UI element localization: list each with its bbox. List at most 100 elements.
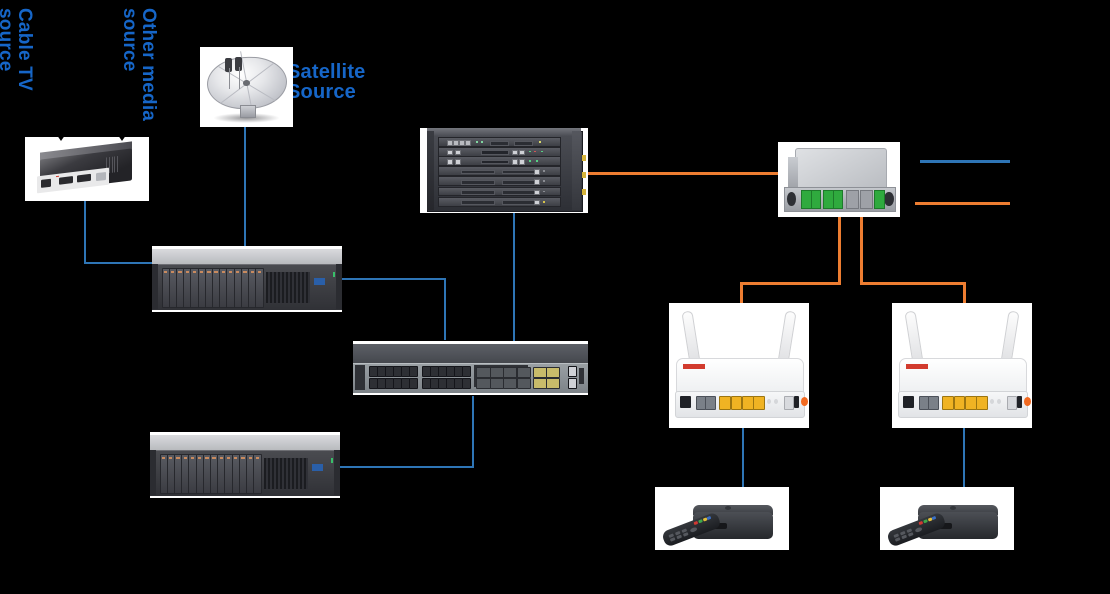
network-diagram-canvas: Cable TV source Other media source Satel… <box>0 0 1110 594</box>
device-optical-splitter[interactable] <box>778 142 900 217</box>
ont1-port-tel2 <box>705 395 716 410</box>
link-splitter-drop-right <box>860 212 863 284</box>
ont2-port-lan1 <box>942 395 955 410</box>
link-server1-right <box>342 278 446 280</box>
device-ethernet-switch[interactable] <box>353 341 588 395</box>
ont1-port-lan4 <box>753 395 765 410</box>
label-other-media-source-line2: source <box>118 8 140 72</box>
switch-top-cover <box>353 344 588 363</box>
stb1-remote-control[interactable] <box>661 511 723 548</box>
ont2-power-button[interactable] <box>1023 396 1031 406</box>
label-cable-tv-source-line1: Cable TV <box>14 8 35 91</box>
splitter-connector-2 <box>810 190 822 209</box>
splitter-cassette-body <box>795 148 888 191</box>
legend-line-fiber <box>915 202 1010 205</box>
link-splitter-right-h <box>860 282 965 285</box>
ont1-power-button[interactable] <box>800 396 808 406</box>
splitter-screw-left <box>786 191 797 206</box>
server1-ear-right <box>335 264 342 310</box>
server2-vent <box>264 458 308 489</box>
ont2-port-lan2 <box>953 395 966 410</box>
ont1-port-usb <box>783 395 795 410</box>
link-server2-right <box>340 466 474 468</box>
encoder-port-hdmi-out <box>76 173 92 183</box>
label-satellite-source: Satellite Source <box>287 62 366 103</box>
server2-status-led <box>330 458 333 464</box>
splitter-connector-5 <box>874 190 885 209</box>
router-top-cover <box>426 128 582 136</box>
stb2-remote-control[interactable] <box>886 511 948 548</box>
device-rack-server-bottom[interactable] <box>150 432 340 498</box>
ont2-port-pon <box>903 395 915 408</box>
device-chassis-router[interactable] <box>420 128 588 213</box>
device-set-top-box-right[interactable] <box>880 487 1014 550</box>
link-switch-to-core-router <box>513 213 515 343</box>
server2-ear-right <box>333 450 340 496</box>
device-media-converter-encoder[interactable] <box>25 137 149 201</box>
label-other-media-source-line1: Other media <box>138 8 159 122</box>
label-cable-tv-source-line2: source <box>0 8 16 72</box>
link-server2-to-switch <box>472 396 474 468</box>
link-core-router-to-splitter <box>588 172 780 175</box>
server1-badge <box>313 277 325 285</box>
router-line-card-4 <box>438 166 562 177</box>
ont2-port-power <box>1016 395 1023 408</box>
router-line-card-2 <box>438 146 562 157</box>
server1-status-led <box>332 272 335 278</box>
splitter-connector-4 <box>832 190 844 209</box>
link-encoder-to-server1 <box>84 262 162 264</box>
router-left-rail <box>426 130 435 211</box>
label-satellite-source-line1: Satellite <box>287 61 366 83</box>
label-cable-tv-source: Cable TV source <box>0 8 35 91</box>
ont1-port-lan1 <box>719 395 732 410</box>
ont2-brand-logo <box>906 364 929 370</box>
device-rack-server-top[interactable] <box>152 246 342 312</box>
router-fan-module <box>571 130 581 211</box>
router-tab-1 <box>581 155 586 162</box>
server2-ear-left <box>150 450 157 496</box>
link-server1-to-switch <box>444 278 446 340</box>
ont2-port-lan3 <box>964 395 977 410</box>
device-wifi-router-ont-left[interactable] <box>669 303 809 428</box>
legend-line-copper <box>920 160 1010 163</box>
encoder-port-hdmi-in <box>58 175 74 185</box>
router-line-card-7 <box>438 196 562 207</box>
router-line-card-5 <box>438 176 562 187</box>
ont1-port-power <box>793 395 800 408</box>
server2-badge <box>311 463 323 471</box>
label-other-media-source: Other media source <box>118 8 159 122</box>
label-satellite-source-line2: Source <box>287 81 357 104</box>
dish-reflector <box>206 50 289 116</box>
splitter-side-left <box>787 157 798 190</box>
device-satellite-dish[interactable] <box>200 47 293 127</box>
link-encoder-down <box>84 200 86 264</box>
switch-led-panel <box>355 364 365 390</box>
splitter-screw-right <box>884 191 894 206</box>
encoder-port-rj45 <box>96 171 107 181</box>
router-line-card-6 <box>438 186 562 197</box>
encoder-port-dc <box>41 177 52 188</box>
server1-vent <box>266 272 310 303</box>
ont1-brand-logo <box>683 364 706 370</box>
link-splitter-drop-left <box>838 212 841 284</box>
ont2-port-usb <box>1006 395 1018 410</box>
server1-top-cover <box>152 248 342 266</box>
link-satellite-to-server1 <box>244 125 246 262</box>
device-wifi-router-ont-right[interactable] <box>892 303 1032 428</box>
link-splitter-left-h <box>740 282 841 285</box>
router-tab-3 <box>581 189 586 196</box>
router-tab-2 <box>581 172 586 179</box>
ont1-port-lan2 <box>730 395 743 410</box>
ont1-port-lan3 <box>741 395 754 410</box>
ont2-port-tel2 <box>928 395 939 410</box>
router-line-card-3 <box>438 156 562 166</box>
router-line-card-1 <box>438 137 562 148</box>
ont1-port-pon <box>680 395 692 408</box>
server1-ear-left <box>152 264 159 310</box>
splitter-blank-1 <box>846 190 860 209</box>
device-set-top-box-left[interactable] <box>655 487 789 550</box>
ont2-port-lan4 <box>976 395 988 410</box>
splitter-blank-2 <box>859 190 873 209</box>
dish-mount <box>239 104 256 118</box>
server2-top-cover <box>150 434 340 452</box>
